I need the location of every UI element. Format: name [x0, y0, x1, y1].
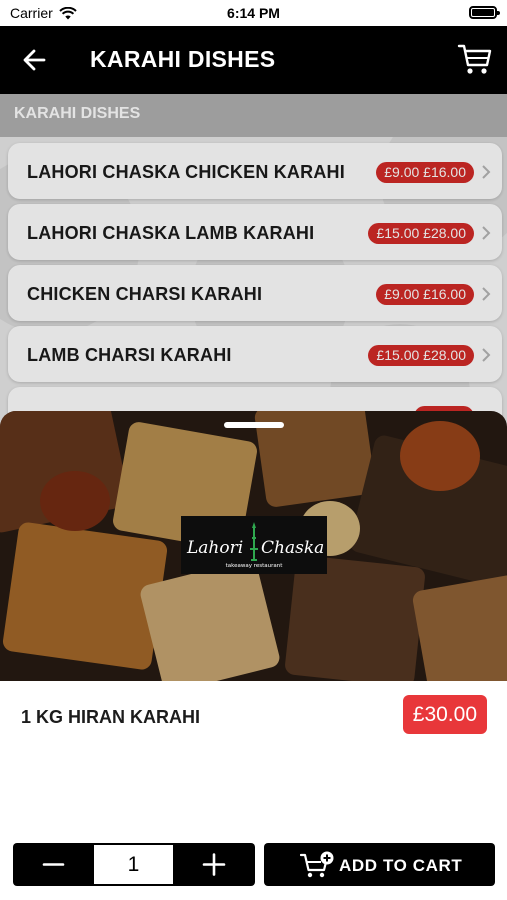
modal-overlay[interactable] — [0, 94, 507, 424]
item-price-badge: £30.00 — [402, 695, 487, 734]
plus-icon[interactable] — [173, 843, 255, 886]
quantity-value[interactable]: 1 — [94, 845, 173, 884]
cart-add-icon — [300, 851, 334, 878]
restaurant-logo: Lahori Chaska takeaway restaurant — [181, 516, 327, 574]
page-title: KARAHI DISHES — [90, 46, 276, 72]
svg-text:Chaska: Chaska — [261, 538, 324, 558]
add-to-cart-button[interactable]: ADD TO CART — [264, 843, 495, 886]
status-bar: Carrier 6:14 PM — [0, 0, 507, 26]
status-time: 6:14 PM — [227, 5, 280, 21]
quantity-stepper: 1 — [13, 843, 255, 886]
shopping-cart-icon[interactable] — [457, 42, 493, 76]
navigation-bar: KARAHI DISHES — [0, 26, 507, 94]
drag-handle[interactable] — [224, 422, 284, 428]
svg-text:Lahori: Lahori — [186, 538, 243, 558]
minus-icon[interactable] — [13, 843, 93, 886]
add-to-cart-label: ADD TO CART — [339, 856, 463, 875]
battery-icon — [469, 6, 500, 19]
item-name: 1 KG HIRAN KARAHI — [21, 707, 201, 727]
item-detail-sheet: Lahori Chaska takeaway restaurant 1 KG H… — [0, 411, 507, 900]
food-banner-image: Lahori Chaska takeaway restaurant — [0, 411, 507, 681]
svg-text:takeaway restaurant: takeaway restaurant — [226, 563, 284, 569]
arrow-left-icon[interactable] — [20, 46, 50, 74]
